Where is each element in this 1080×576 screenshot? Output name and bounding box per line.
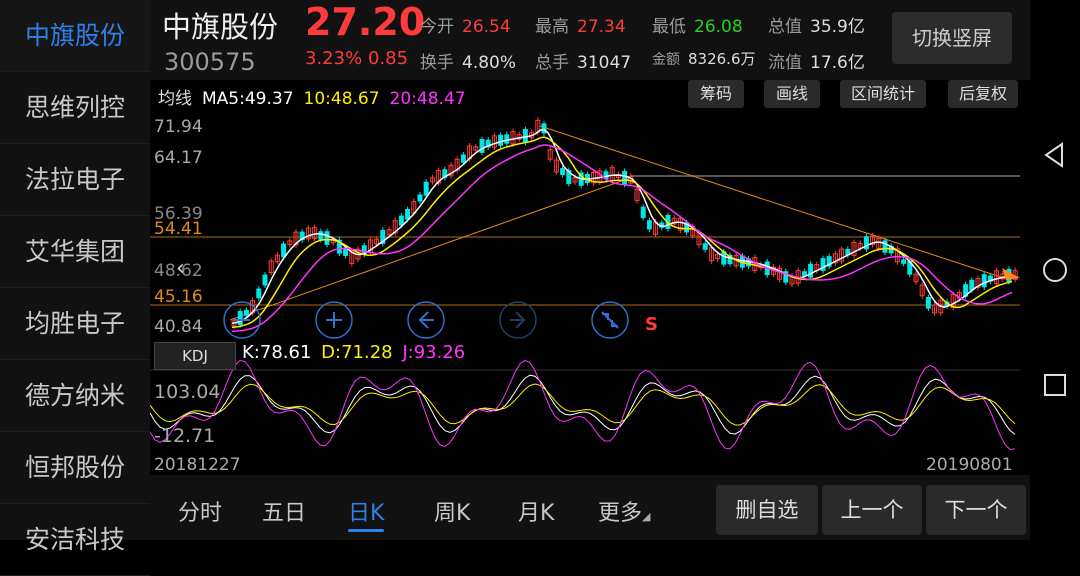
y-label-71: 71.94 [154, 117, 203, 137]
tab-intraday[interactable]: 分时 [178, 495, 222, 527]
stat-amount: 金额 8326.6万 [652, 50, 756, 68]
candle-body [622, 170, 628, 185]
sidebar-item-fala[interactable]: 法拉电子 [0, 144, 150, 216]
stat-turnover: 换手 4.80% [420, 53, 517, 73]
tab-monthly-k[interactable]: 月K [518, 495, 554, 527]
sell-marker: S [645, 314, 658, 335]
zoom-in-icon[interactable] [315, 301, 353, 339]
candle-body [405, 209, 411, 220]
candle-body [646, 220, 652, 230]
stock-name: 中旗股份 [162, 10, 279, 44]
stock-code: 300575 [164, 48, 256, 76]
trend-line-down [539, 125, 1011, 281]
kdj-y-top: 103.04 [154, 381, 220, 403]
kdj-k-line [150, 374, 1016, 435]
stat-high: 最高 27.34 [535, 17, 626, 37]
date-end: 20190801 [926, 455, 1013, 475]
active-tab-indicator [348, 529, 384, 532]
quote-header: 中旗股份 300575 27.20 3.23% 0.85 今开 26.54 最高 2… [150, 0, 1030, 80]
kdj-j-value: J:93.26 [402, 342, 466, 363]
scroll-left-icon[interactable] [407, 301, 445, 339]
stat-open: 今开 26.54 [420, 17, 511, 37]
candle-body [398, 215, 404, 226]
change-amount: 0.85 [368, 48, 409, 69]
ma5-line [231, 128, 1013, 325]
candles-group [231, 117, 1018, 329]
sidebar-item-anjie[interactable]: 安洁科技 [0, 504, 150, 576]
kdj-d-line [150, 383, 1016, 426]
sidebar-item-junsheng[interactable]: 均胜电子 [0, 288, 150, 360]
candle-body [504, 134, 510, 144]
candle-body [237, 311, 243, 326]
current-price: 27.20 [305, 0, 426, 44]
dropdown-corner-icon: ◢ [642, 510, 651, 523]
sidebar-item-aihua[interactable]: 艾华集团 [0, 216, 150, 288]
candle-body [560, 168, 566, 175]
candle-body [324, 231, 330, 245]
period-tab-bar: 分时 五日 日K 周K 月K 更多◢ 删自选 上一个 下一个 [150, 475, 1030, 540]
stat-float: 流值 17.6亿 [768, 53, 865, 73]
kline-svg: 71.94 64.17 56.39 54.41 48.62 45.16 40.8… [150, 117, 1020, 475]
y-label-64: 64.17 [154, 148, 203, 168]
tab-weekly-k[interactable]: 周K [434, 495, 470, 527]
ma10-line [231, 136, 1013, 329]
stat-mktcap: 总值 35.9亿 [768, 17, 865, 37]
sidebar-item-siwei[interactable]: 思维列控 [0, 72, 150, 144]
tab-five-day[interactable]: 五日 [262, 495, 306, 527]
candle-body [981, 274, 987, 288]
kdj-y-bottom: -12.71 [154, 425, 215, 447]
home-icon[interactable] [1040, 255, 1070, 285]
candle-body [640, 206, 646, 219]
y-label-45: 45.16 [154, 287, 203, 307]
kline-chart-area[interactable]: 均线 MA5:49.37 10:48.67 20:48.47 筹码 画线 区间统计 后… [150, 80, 1030, 475]
system-nav-bar [1030, 0, 1080, 540]
candle-body [262, 274, 268, 286]
kdj-d-value: D:71.28 [321, 342, 393, 363]
stat-low: 最低 26.08 [652, 17, 743, 37]
date-start: 20181227 [154, 455, 241, 475]
candle-body [702, 243, 708, 250]
back-icon[interactable] [1040, 140, 1070, 170]
candle-body [256, 288, 262, 299]
sidebar-item-hengbang[interactable]: 恒邦股份 [0, 432, 150, 504]
candle-body [423, 181, 429, 196]
candle-body [498, 134, 504, 146]
candle-body [901, 259, 907, 264]
y-label-40: 40.84 [154, 317, 203, 337]
kdj-indicator-button[interactable]: KDJ [154, 342, 236, 370]
candle-body [281, 243, 287, 258]
chevron-left-icon[interactable]: ‹ [176, 256, 185, 281]
tab-daily-k[interactable]: 日K [348, 495, 384, 527]
kdj-j-line [150, 359, 1016, 451]
candle-body [243, 309, 249, 316]
kdj-k-value: K:78.61 [242, 342, 312, 363]
stat-volume: 总手 31047 [535, 53, 632, 73]
tab-more[interactable]: 更多◢ [598, 495, 650, 527]
next-stock-button[interactable]: 下一个 [926, 485, 1026, 535]
switch-portrait-button[interactable]: 切换竖屏 [892, 12, 1012, 64]
candle-body [541, 123, 547, 134]
previous-stock-button[interactable]: 上一个 [822, 485, 922, 535]
y-label-54: 54.41 [154, 219, 203, 239]
candle-body [460, 154, 466, 163]
candle-body [318, 231, 324, 240]
remove-watchlist-button[interactable]: 删自选 [716, 485, 818, 535]
candle-body [417, 194, 423, 202]
change-percent: 3.23% [305, 48, 363, 69]
candle-body [343, 248, 349, 256]
scroll-right-icon[interactable] [499, 301, 537, 339]
ma20-line [231, 144, 1013, 333]
sidebar-item-zhongqi[interactable]: 中旗股份 [0, 0, 150, 72]
collapse-icon[interactable] [591, 301, 629, 339]
stock-watchlist-sidebar: 中旗股份 思维列控 法拉电子 艾华集团 均胜电子 德方纳米 恒邦股份 安洁科技 [0, 0, 150, 576]
recents-icon[interactable] [1040, 370, 1070, 400]
kdj-values: K:78.61 D:71.28 J:93.26 [242, 342, 465, 363]
candle-body [925, 296, 931, 309]
sidebar-item-defang[interactable]: 德方纳米 [0, 360, 150, 432]
